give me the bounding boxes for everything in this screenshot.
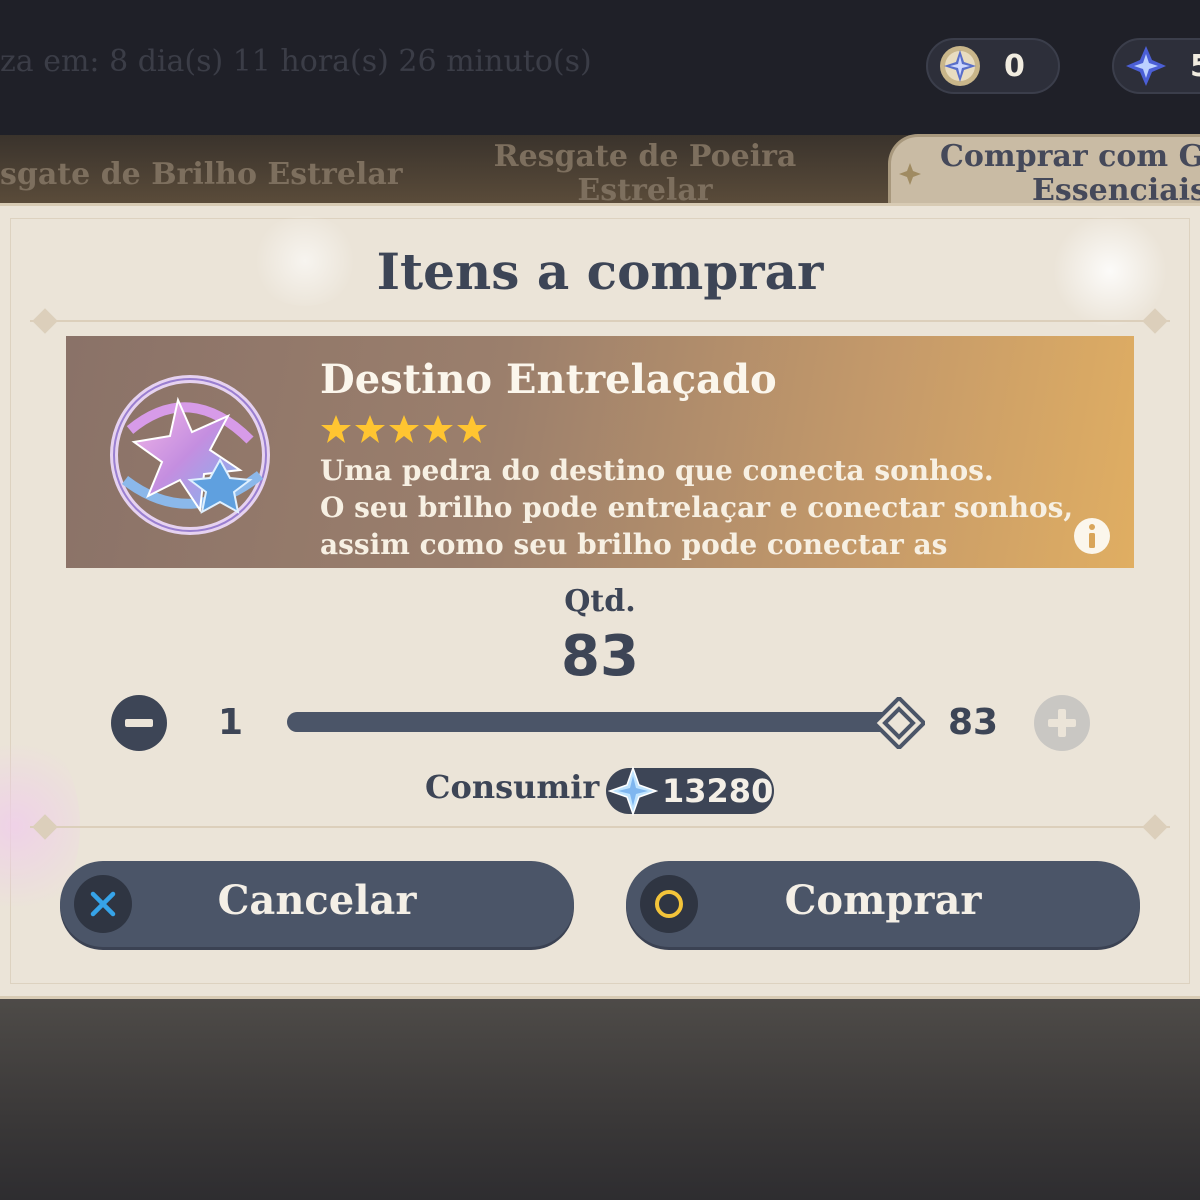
star-icon: [389, 415, 419, 443]
tab-genesis-line1: Comprar com G: [940, 139, 1200, 174]
tab-diamond-icon: [899, 163, 921, 185]
tab-buy-with-genesis[interactable]: Comprar com G Essenciais: [940, 140, 1200, 208]
purchase-dialog: Itens a comprar Destino Entrelaçado Uma …: [0, 203, 1200, 999]
masterless-stardust-icon: [1126, 46, 1166, 86]
item-card: Destino Entrelaçado Uma pedra do destino…: [66, 336, 1134, 568]
buy-label: Comprar: [784, 877, 982, 924]
minus-icon: [125, 719, 153, 727]
cancel-button[interactable]: Cancelar: [60, 861, 574, 947]
plus-icon-vertical: [1058, 709, 1066, 737]
quantity-max-label: 83: [948, 702, 999, 743]
increase-quantity-button[interactable]: [1034, 695, 1090, 751]
buy-button[interactable]: Comprar: [626, 861, 1140, 947]
top-bar: za em: 8 dia(s) 11 hora(s) 26 minuto(s) …: [0, 0, 1200, 135]
starglitter-value: 0: [1004, 48, 1025, 84]
consume-amount: 13280: [662, 772, 774, 810]
star-icon: [355, 415, 385, 443]
tab-stardust-exchange[interactable]: Resgate de Poeira Estrelar: [480, 140, 810, 208]
quantity-value: 83: [561, 624, 639, 689]
star-icon: [423, 415, 453, 443]
starglitter-counter[interactable]: 0: [926, 38, 1060, 94]
rarity-stars: [320, 414, 488, 444]
consume-label: Consumir: [425, 768, 600, 806]
intertwined-fate-icon: [110, 375, 270, 535]
quantity-label: Qtd.: [564, 584, 636, 619]
consume-cost: 13280: [606, 766, 774, 816]
description-line: assim como seu brilho pode conectar as: [320, 528, 948, 561]
dialog-title: Itens a comprar: [376, 242, 824, 301]
primogem-icon: [608, 766, 658, 816]
stardust-value: 5: [1190, 49, 1200, 84]
star-icon: [457, 415, 487, 443]
refresh-timer-text: za em: 8 dia(s) 11 hora(s) 26 minuto(s): [0, 44, 592, 79]
stardust-counter[interactable]: 5: [1112, 38, 1200, 94]
slider-fill: [287, 712, 899, 732]
quantity-slider[interactable]: [287, 712, 899, 732]
quantity-min-label: 1: [218, 702, 244, 743]
background-shop-area: [0, 998, 1200, 1200]
slider-thumb[interactable]: [873, 697, 925, 749]
info-icon[interactable]: [1072, 516, 1112, 556]
item-name: Destino Entrelaçado: [320, 356, 777, 403]
tab-starglitter-exchange[interactable]: sgate de Brilho Estrelar: [0, 158, 403, 192]
masterless-starglitter-icon: [940, 46, 980, 86]
item-description: Uma pedra do destino que conecta sonhos.…: [320, 452, 1100, 563]
description-line: O seu brilho pode entrelaçar e conectar …: [320, 491, 1074, 524]
description-line: Uma pedra do destino que conecta sonhos.: [320, 454, 994, 487]
title-divider: [30, 320, 1170, 322]
decrease-quantity-button[interactable]: [111, 695, 167, 751]
star-icon: [321, 415, 351, 443]
cancel-label: Cancelar: [217, 877, 417, 924]
bottom-divider: [30, 826, 1170, 828]
tab-stardust-line1: Resgate de Poeira: [493, 139, 797, 174]
